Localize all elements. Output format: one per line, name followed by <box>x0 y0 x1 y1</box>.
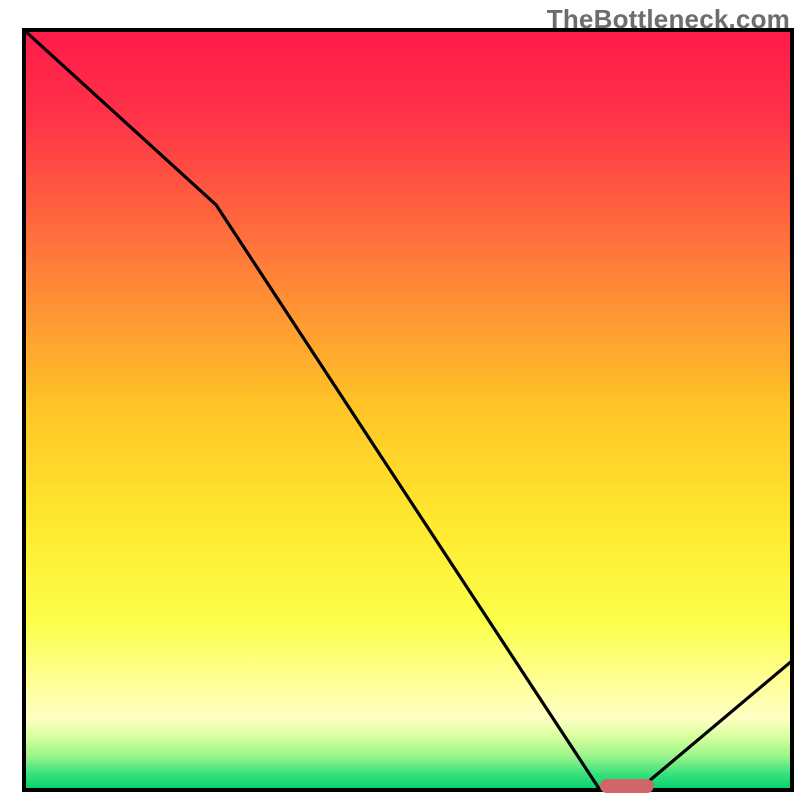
plot-area <box>24 30 792 793</box>
chart-container: TheBottleneck.com <box>0 0 800 800</box>
optimum-marker <box>600 779 654 793</box>
bottleneck-chart <box>0 0 800 800</box>
gradient-background <box>24 30 792 790</box>
watermark-text: TheBottleneck.com <box>547 4 790 35</box>
